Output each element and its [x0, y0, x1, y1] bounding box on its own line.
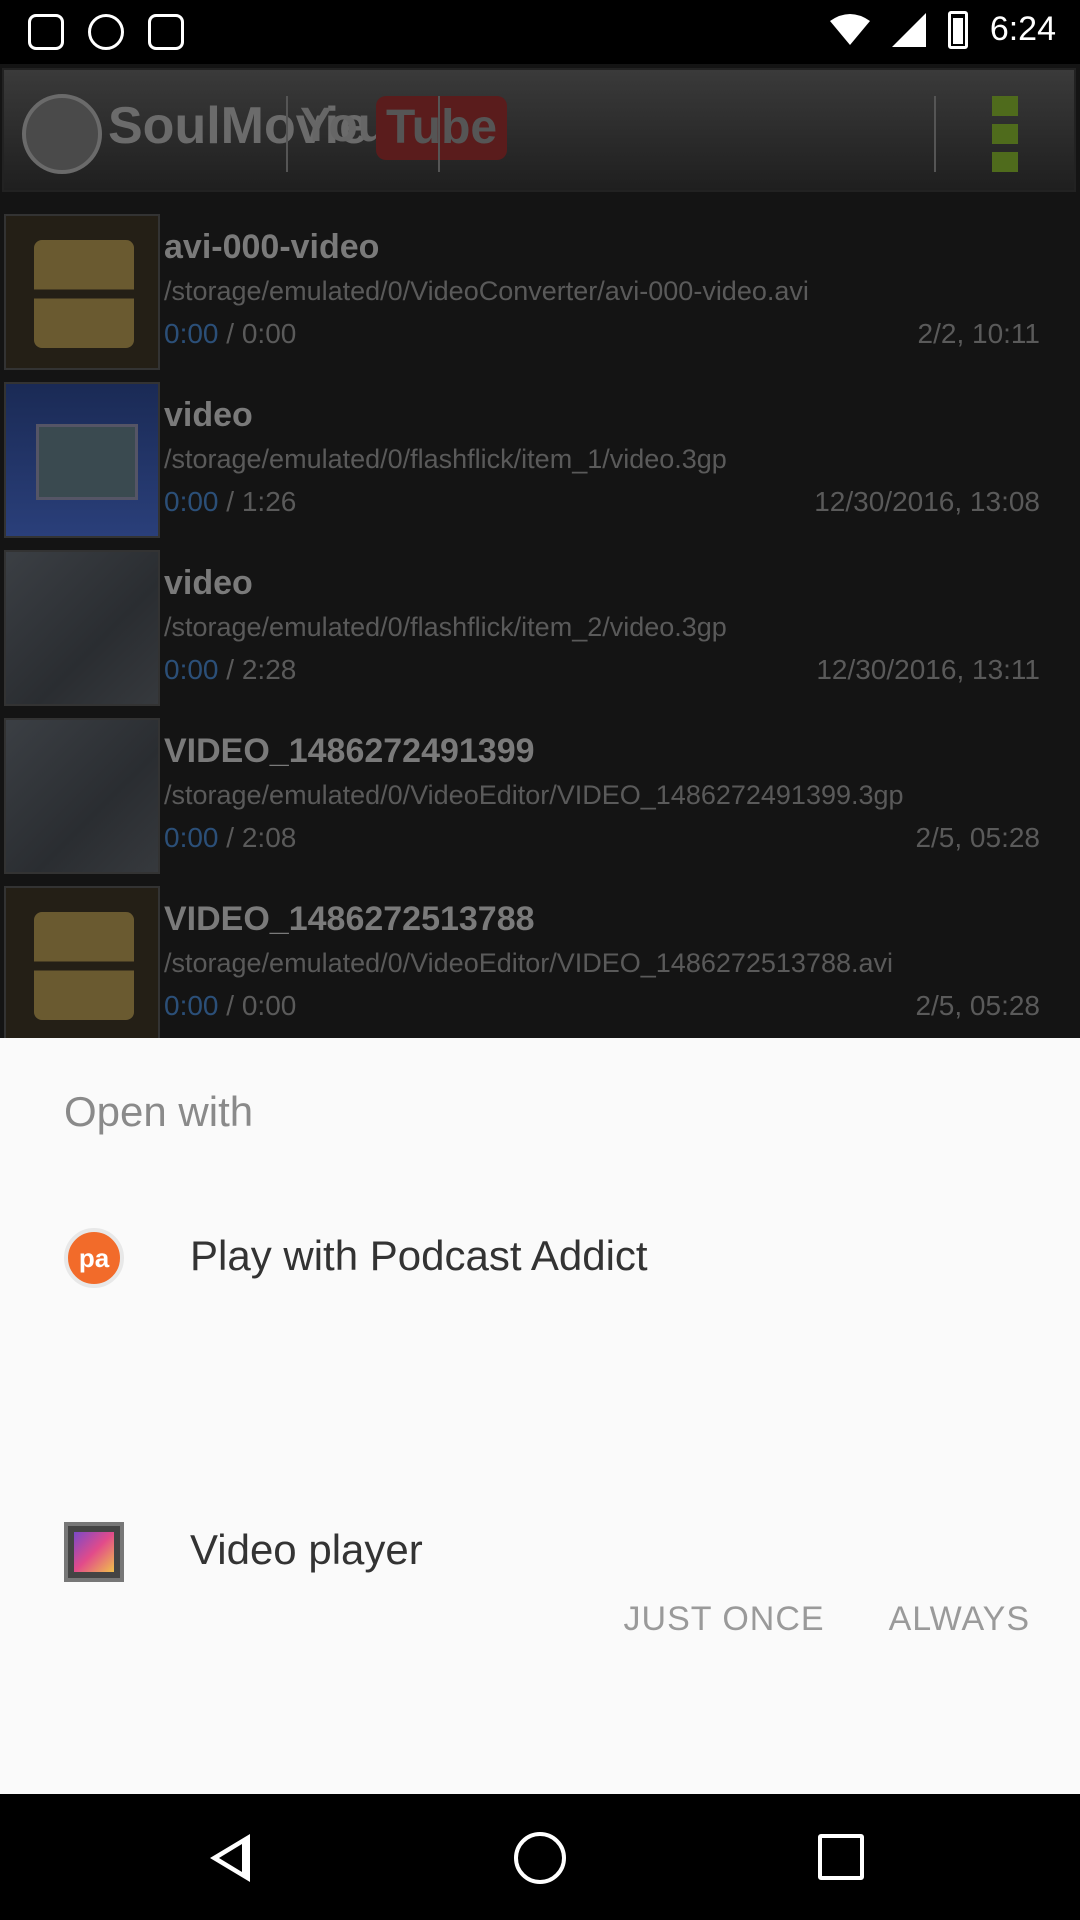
video-date: 12/30/2016, 13:11	[816, 654, 1040, 685]
navigation-bar	[0, 1794, 1080, 1920]
just-once-button[interactable]: JUST ONCE	[624, 1590, 825, 1649]
option-podcast-addict[interactable]: Play with Podcast Addict	[0, 1198, 1080, 1318]
system-icons: 6:24	[829, 10, 1056, 49]
video-list: avi-000-video /storage/emulated/0/VideoC…	[0, 214, 1080, 1038]
video-date: 2/2, 10:11	[917, 318, 1040, 349]
video-player-icon	[64, 1522, 124, 1582]
notification-icons	[28, 14, 184, 50]
video-duration: 0:00 / 2:28	[164, 654, 296, 686]
video-position: 0:00	[164, 486, 219, 517]
video-length: / 2:28	[218, 654, 297, 685]
video-thumbnail	[4, 550, 160, 706]
video-list-app: SoulMovie You Tube avi-000-video /storag…	[0, 64, 1080, 1038]
video-title: video	[164, 564, 253, 602]
video-duration: 0:00 / 0:00	[164, 318, 296, 350]
battery-icon	[947, 10, 968, 49]
clock-time: 6:24	[989, 10, 1056, 48]
film-reel-icon	[22, 94, 102, 174]
recents-icon[interactable]	[818, 1834, 864, 1880]
video-path: /storage/emulated/0/flashflick/item_2/vi…	[164, 612, 727, 642]
toolbar-divider	[438, 96, 440, 172]
video-date: 12/30/2016, 13:08	[814, 486, 1040, 517]
video-length: / 1:26	[218, 486, 297, 517]
video-date: 2/5, 05:28	[915, 822, 1040, 853]
video-path: /storage/emulated/0/VideoConverter/avi-0…	[164, 276, 809, 306]
overflow-menu-icon[interactable]	[992, 96, 1018, 172]
back-icon[interactable]	[210, 1834, 250, 1882]
video-duration: 0:00 / 1:26	[164, 486, 296, 518]
toolbar-divider	[286, 96, 288, 172]
option-label: Play with Podcast Addict	[190, 1232, 648, 1279]
sheet-title: Open with	[64, 1088, 254, 1135]
video-thumbnail	[4, 214, 160, 370]
video-title: avi-000-video	[164, 228, 380, 266]
status-bar: 6:24	[0, 0, 1080, 64]
video-length: / 0:00	[218, 990, 297, 1021]
video-row[interactable]: VIDEO_1486272491399 /storage/emulated/0/…	[0, 718, 1080, 886]
video-duration: 0:00 / 0:00	[164, 990, 296, 1022]
video-row[interactable]: avi-000-video /storage/emulated/0/VideoC…	[0, 214, 1080, 382]
home-icon[interactable]	[514, 1832, 566, 1884]
video-row[interactable]: video /storage/emulated/0/flashflick/ite…	[0, 550, 1080, 718]
video-path: /storage/emulated/0/VideoEditor/VIDEO_14…	[164, 948, 894, 978]
option-label: Video player	[190, 1526, 423, 1573]
video-thumbnail	[4, 718, 160, 874]
video-length: / 0:00	[218, 318, 297, 349]
youtube-logo-you[interactable]: You	[300, 98, 387, 153]
video-date: 2/5, 05:28	[915, 990, 1040, 1021]
video-title: VIDEO_1486272491399	[164, 732, 535, 770]
video-title: VIDEO_1486272513788	[164, 900, 535, 938]
toolbar-divider	[934, 96, 936, 172]
video-duration: 0:00 / 2:08	[164, 822, 296, 854]
video-position: 0:00	[164, 318, 219, 349]
sheet-actions: JUST ONCE ALWAYS	[624, 1590, 1030, 1649]
youtube-logo-tube[interactable]: Tube	[376, 96, 508, 160]
signal-icon	[891, 12, 926, 47]
clock-icon	[88, 14, 124, 50]
video-row[interactable]: VIDEO_1486272513788 /storage/emulated/0/…	[0, 886, 1080, 1038]
always-button[interactable]: ALWAYS	[889, 1590, 1030, 1649]
video-thumbnail	[4, 886, 160, 1038]
video-row[interactable]: video /storage/emulated/0/flashflick/ite…	[0, 382, 1080, 550]
app-toolbar: SoulMovie You Tube	[2, 68, 1076, 192]
open-with-sheet: Open with Play with Podcast Addict Video…	[0, 1038, 1080, 1794]
wifi-icon	[829, 13, 870, 45]
video-position: 0:00	[164, 654, 219, 685]
video-length: / 2:08	[218, 822, 297, 853]
video-thumbnail	[4, 382, 160, 538]
video-path: /storage/emulated/0/VideoEditor/VIDEO_14…	[164, 780, 904, 810]
podcast-addict-icon	[64, 1228, 124, 1288]
video-title: video	[164, 396, 253, 434]
android-icon	[148, 14, 184, 50]
video-position: 0:00	[164, 990, 219, 1021]
video-position: 0:00	[164, 822, 219, 853]
lock-icon	[28, 14, 64, 50]
video-path: /storage/emulated/0/flashflick/item_1/vi…	[164, 444, 727, 474]
